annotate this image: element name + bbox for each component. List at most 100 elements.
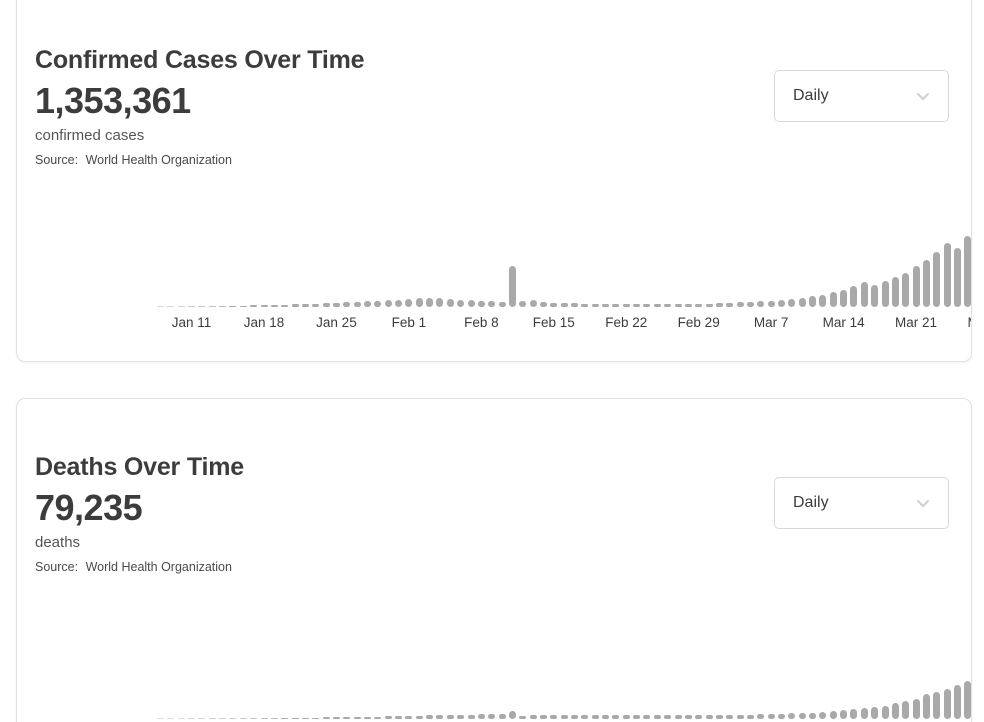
- chart-bar: [633, 304, 640, 307]
- chart-bar: [499, 302, 506, 307]
- chart-bar: [261, 718, 268, 719]
- chart-bar: [488, 301, 495, 307]
- chart-bar: [706, 715, 713, 719]
- chart-bar: [519, 301, 526, 307]
- card-confirmed-cases: Jan 11Jan 18Jan 25Feb 1Feb 8Feb 15Feb 22…: [16, 0, 972, 362]
- chart-bar: [540, 715, 547, 719]
- chart-bar: [695, 304, 702, 307]
- chart-bar: [747, 302, 754, 307]
- chart-bar: [219, 306, 226, 307]
- chart-bar: [954, 685, 961, 719]
- source-organization: World Health Organization: [86, 153, 232, 167]
- chart-bar: [385, 716, 392, 719]
- chart-bar: [292, 304, 299, 307]
- chart-bar: [913, 266, 920, 307]
- chart-bar: [778, 300, 785, 307]
- chart-bar: [416, 298, 423, 307]
- chart-bar: [478, 301, 485, 307]
- chart-bar: [902, 273, 909, 307]
- chart-bar: [809, 296, 816, 307]
- chart-bar: [726, 303, 733, 307]
- chart-bar: [323, 717, 330, 719]
- chart-bar: [737, 715, 744, 719]
- chart-bar: [892, 277, 899, 307]
- chart-bar: [706, 304, 713, 307]
- deaths-source: Source: World Health Organization: [35, 560, 232, 574]
- x-axis-tick-label: Mar 14: [823, 315, 865, 330]
- chart-cases-x-axis: Jan 11Jan 18Jan 25Feb 1Feb 8Feb 15Feb 22…: [17, 315, 972, 333]
- interval-dropdown-cases[interactable]: Daily: [774, 70, 949, 122]
- x-axis-tick-label: Mar 28: [967, 315, 972, 330]
- chart-bar: [167, 718, 174, 719]
- chart-bar: [395, 716, 402, 719]
- chart-bar: [209, 718, 216, 719]
- x-axis-tick-label: Feb 1: [392, 315, 427, 330]
- chart-bar: [747, 715, 754, 719]
- chart-bar: [343, 717, 350, 719]
- chart-bar: [799, 298, 806, 307]
- chart-bar: [240, 306, 247, 307]
- chart-bar: [333, 717, 340, 719]
- chart-bar: [271, 718, 278, 719]
- chart-bar: [550, 715, 557, 719]
- chart-bar: [281, 718, 288, 719]
- chart-bar: [861, 708, 868, 719]
- chart-bar: [964, 236, 971, 307]
- chart-bar: [198, 306, 205, 307]
- chart-bar: [157, 306, 164, 307]
- chart-bar: [778, 714, 785, 719]
- chart-bar: [178, 306, 185, 307]
- chart-bar: [944, 689, 951, 719]
- confirmed-cases-metric-label: confirmed cases: [35, 127, 144, 144]
- page-title-deaths: Deaths Over Time: [35, 453, 244, 482]
- chart-bar: [643, 304, 650, 307]
- chart-bar: [323, 303, 330, 307]
- chart-bar: [944, 243, 951, 307]
- chart-bar: [374, 301, 381, 307]
- interval-dropdown-deaths-value: Daily: [793, 494, 829, 512]
- chart-bar: [913, 699, 920, 719]
- chart-bar: [933, 692, 940, 719]
- chart-bar: [302, 304, 309, 307]
- chart-bar: [623, 715, 630, 719]
- chart-bar: [499, 714, 506, 719]
- chart-bar: [592, 715, 599, 719]
- chart-bar: [364, 301, 371, 307]
- chart-bar: [788, 713, 795, 719]
- chart-bar: [229, 718, 236, 719]
- chart-bar: [581, 715, 588, 719]
- chart-bar: [643, 715, 650, 719]
- chart-bar: [488, 714, 495, 719]
- chart-bar: [436, 298, 443, 307]
- chart-bar: [882, 706, 889, 719]
- chart-bar: [695, 715, 702, 719]
- chart-bar: [923, 260, 930, 307]
- chart-bar: [933, 252, 940, 307]
- chart-cases-bars: [17, 110, 972, 307]
- chart-bar: [436, 715, 443, 719]
- chart-bar: [354, 302, 361, 307]
- chart-bar: [664, 304, 671, 307]
- x-axis-tick-label: Jan 18: [244, 315, 285, 330]
- chart-bar: [250, 718, 257, 719]
- chart-bar: [509, 711, 516, 719]
- chart-bar: [923, 694, 930, 719]
- chart-bar: [157, 718, 164, 719]
- chart-bar: [654, 304, 661, 307]
- chart-bar: [675, 715, 682, 719]
- chart-bar: [478, 714, 485, 719]
- chart-bar: [540, 302, 547, 307]
- chart-bar: [229, 306, 236, 307]
- deaths-total: 79,235: [35, 487, 142, 529]
- chart-bar: [188, 718, 195, 719]
- x-axis-tick-label: Jan 11: [172, 315, 212, 330]
- covid-dashboard-page: Jan 11Jan 18Jan 25Feb 1Feb 8Feb 15Feb 22…: [0, 0, 984, 722]
- x-axis-tick-label: Feb 22: [605, 315, 647, 330]
- chevron-down-icon: [914, 87, 932, 105]
- chart-bar: [840, 290, 847, 307]
- chart-bar: [685, 304, 692, 307]
- chart-bar: [209, 306, 216, 307]
- chart-bar: [292, 718, 299, 719]
- chart-bar: [850, 286, 857, 307]
- interval-dropdown-deaths[interactable]: Daily: [774, 477, 949, 529]
